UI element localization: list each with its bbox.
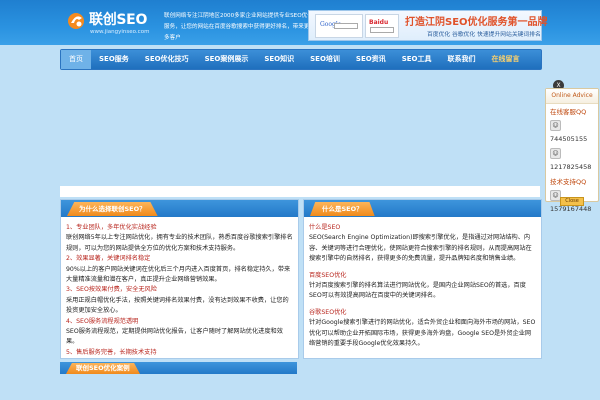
- panel-header: 什么是SEO？: [304, 200, 541, 217]
- logo-icon[interactable]: [66, 11, 86, 31]
- nav-item[interactable]: SEO培训: [302, 50, 348, 69]
- close-button[interactable]: Close: [560, 197, 584, 206]
- reason-title: 1、专业团队，多年优化实战经验: [66, 224, 157, 231]
- panel-body: 什么是SEO SEO(Search Engine Optimization)即搜索…: [304, 217, 541, 353]
- nav-item[interactable]: SEO服务: [91, 50, 137, 69]
- section-text: 针对百度搜索引擎的排名算法进行网站优化，是国内企业网站SEO的首选，百度SEO可…: [309, 282, 526, 300]
- panel-tab[interactable]: 联创SEO优化案例展示: [66, 363, 140, 374]
- banner-subtitle: 百度优化 谷歌优化 快速提升网站关键词排名: [427, 32, 541, 38]
- nav-item[interactable]: 首页: [61, 50, 91, 69]
- reason-text: SEO服务流程规范，定期提供网站优化报告，让客户随时了解网站优化进度和效果。: [66, 328, 283, 346]
- reason-title: 2、效果显著，关键词排名稳定: [66, 255, 151, 263]
- header-banner[interactable]: Google Baidu 打造江阴SEO优化服务第一品牌 百度优化 谷歌优化 快…: [308, 10, 548, 41]
- section-text: SEO(Search Engine Optimization)即搜索引擎优化，是…: [309, 234, 532, 263]
- cases-panel-header: 联创SEO优化案例展示: [60, 362, 140, 374]
- panel-header: 为什么选择联创SEO？: [61, 200, 298, 217]
- search-box-graphic: [370, 27, 394, 33]
- nav-item[interactable]: 在线留言: [483, 50, 527, 69]
- contact-label: 在线客服QQ: [550, 108, 587, 116]
- reason-title: 5、售后服务完善，长期技术支持: [66, 348, 157, 356]
- reason-title: 4、SEO服务流程规范透明: [66, 317, 139, 325]
- search-box-graphic: [334, 23, 358, 29]
- logo-text[interactable]: 联创SEO: [89, 9, 147, 29]
- contact-label: 技术支持QQ: [550, 178, 587, 186]
- qq-number[interactable]: 1579167448: [550, 205, 591, 213]
- qq-icon[interactable]: ☺: [550, 119, 561, 131]
- what-is-seo-panel: 什么是SEO？ 什么是SEO SEO(Search Engine Optimiza…: [303, 199, 542, 359]
- panel-body: 1、专业团队，多年优化实战经验联创网络5年以上专注网站优化，拥有专业的技术团队，…: [61, 217, 298, 359]
- nav-item[interactable]: SEO工具: [394, 50, 440, 69]
- google-thumbnail: Google: [315, 14, 363, 38]
- online-advice-widget: Online Advice 在线客服QQ ☺ 744505155 ☺ 121782545…: [545, 88, 599, 213]
- nav-item[interactable]: SEO案例展示: [197, 50, 257, 69]
- qq-icon[interactable]: ☺: [550, 147, 561, 159]
- panel-tab[interactable]: 什么是SEO？: [310, 202, 375, 216]
- baidu-logo: Baidu: [369, 19, 389, 26]
- section-title[interactable]: 谷歌SEO优化: [309, 308, 536, 318]
- reason-text: 联创网络5年以上专注网站优化，拥有专业的技术团队，熟悉百度谷歌搜索引擎排名规则，…: [66, 234, 293, 252]
- banner-headline: 打造江阴SEO优化服务第一品牌: [405, 17, 548, 28]
- qq-number[interactable]: 744505155: [550, 135, 587, 143]
- content-divider: [60, 186, 540, 197]
- section-title[interactable]: 百度SEO优化: [309, 271, 536, 281]
- header-slogan: 联创网络专注江阴地区2000多家企业网站提供专业SEO优化服务，让您的网站在百度…: [164, 13, 313, 41]
- main-nav: 首页 SEO服务 SEO优化技巧 SEO案例展示 SEO知识 SEO培训 SEO资讯 SEO工…: [60, 49, 542, 70]
- nav-item[interactable]: 联系我们: [439, 50, 483, 69]
- logo-url: www.jiangyinseo.com: [90, 29, 150, 35]
- baidu-thumbnail: Baidu: [365, 14, 399, 38]
- nav-item[interactable]: SEO资讯: [348, 50, 394, 69]
- reason-title: 3、SEO按效果付费，安全无风险: [66, 286, 157, 294]
- header-bar: 联创SEO www.jiangyinseo.com 联创网络专注江阴地区2000…: [0, 0, 600, 45]
- reason-text: 采用正规白帽优化手法，按照关键词排名效果付费，没有达到效果不收费，让您的投资更加…: [66, 296, 289, 315]
- nav-item[interactable]: SEO知识: [256, 50, 302, 69]
- panel-tab[interactable]: 为什么选择联创SEO？: [67, 202, 158, 216]
- section-title[interactable]: 什么是SEO: [309, 223, 536, 233]
- qq-number[interactable]: 1217825458: [550, 163, 591, 171]
- nav-item[interactable]: SEO优化技巧: [137, 50, 197, 69]
- why-choose-panel: 为什么选择联创SEO？ 1、专业团队，多年优化实战经验联创网络5年以上专注网站优…: [60, 199, 299, 359]
- section-text: 针对Google搜索引擎进行的网站优化，适合外贸企业和面向海外市场的网站，SEO…: [309, 319, 536, 348]
- online-advice-title: Online Advice: [546, 89, 598, 104]
- reason-text: 我们提供完善的售后服务，网站优化期间和SEO优化结束后都提供长期技术支持，解答客…: [66, 358, 293, 359]
- cases-panel-header-bar: [140, 362, 297, 374]
- reason-text: 90%以上的客户网站关键词在优化后三个月内进入百度首页，排名稳定持久，带来大量精…: [66, 265, 291, 284]
